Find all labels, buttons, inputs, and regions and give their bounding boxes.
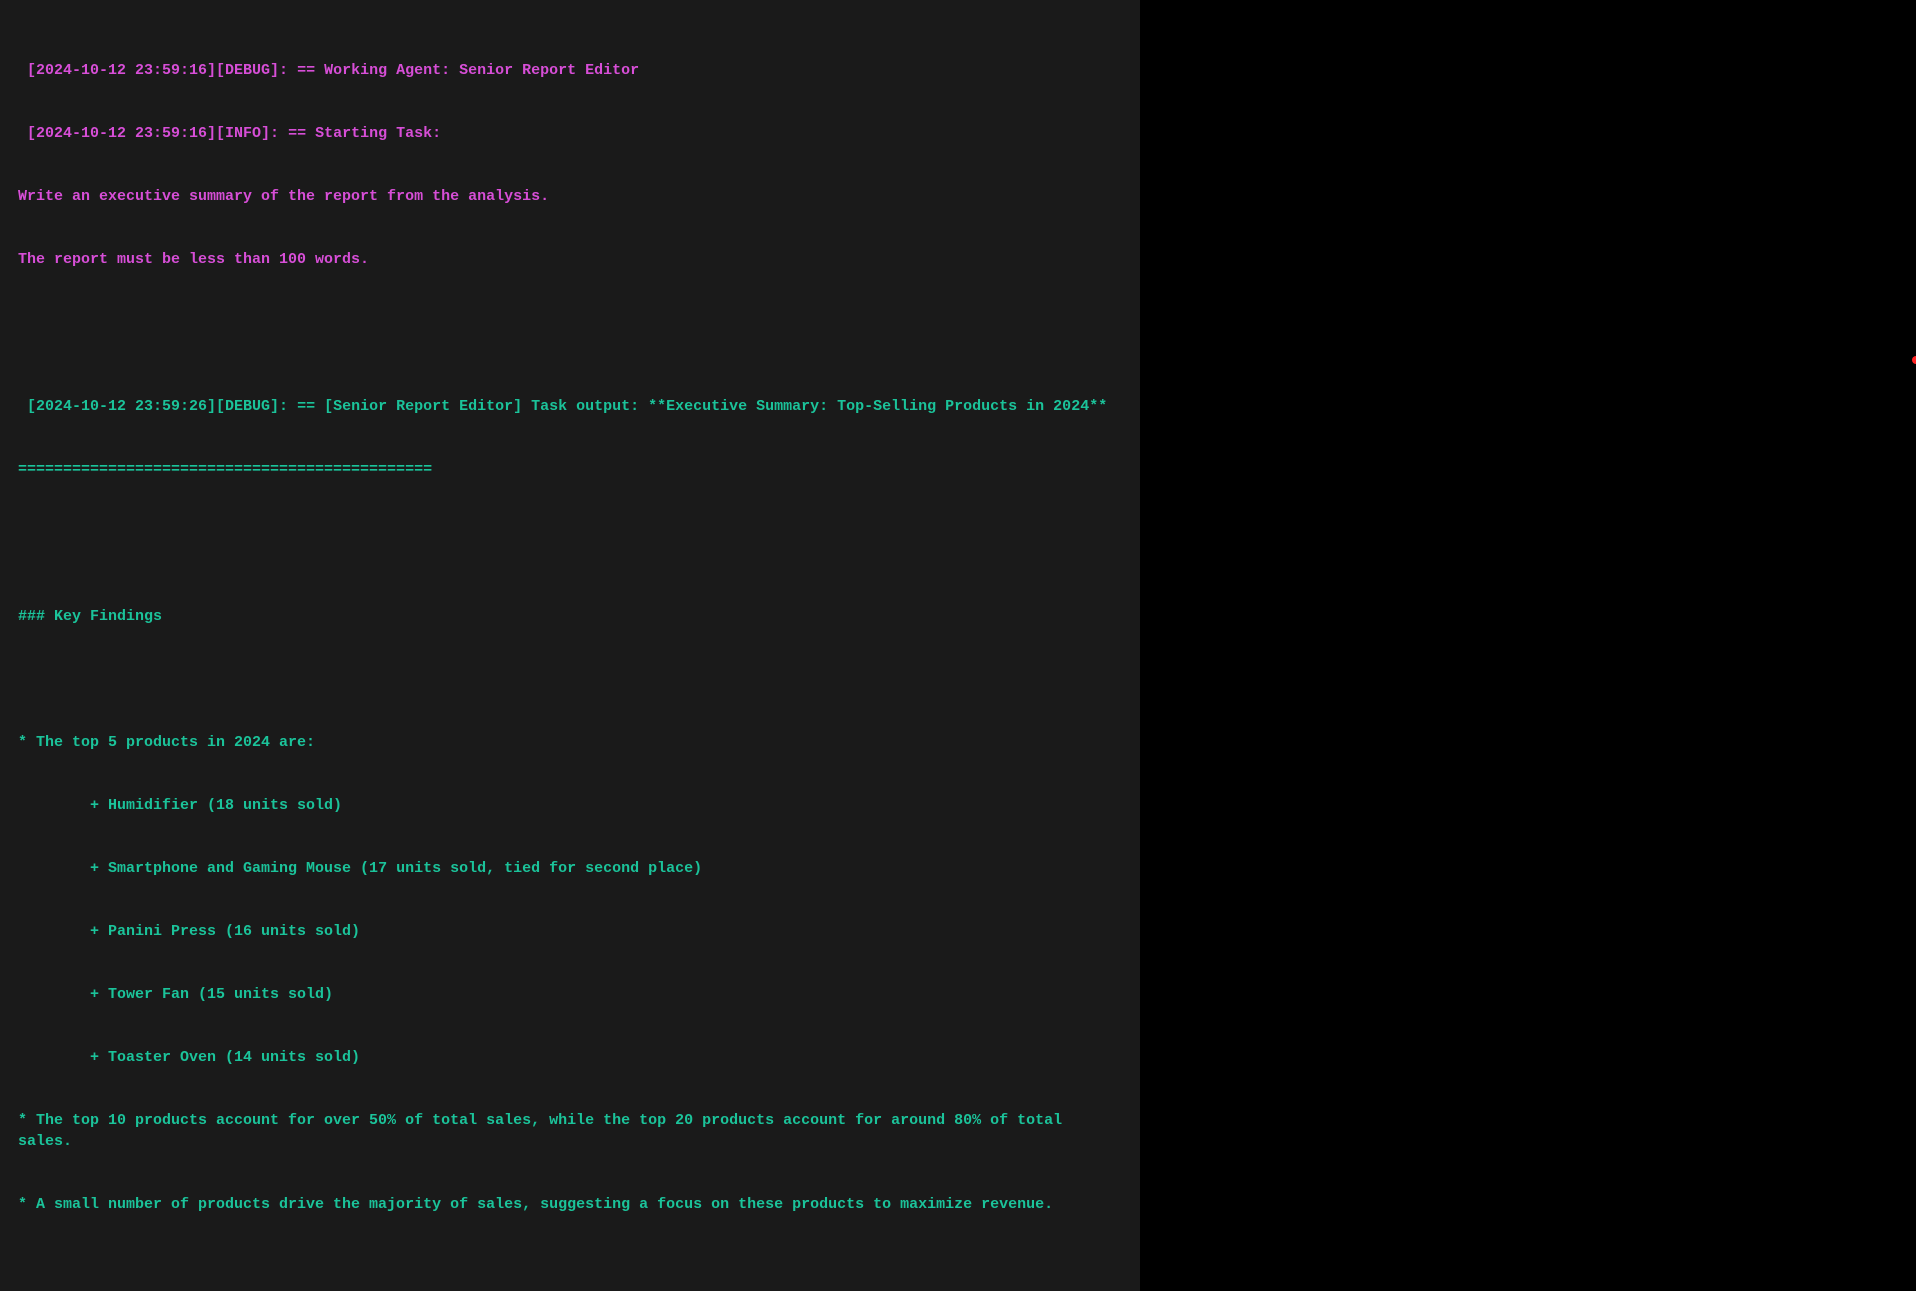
blank-line (18, 1257, 1122, 1278)
bullet: + Smartphone and Gaming Mouse (17 units … (18, 858, 1122, 879)
red-dot-indicator (1912, 356, 1916, 364)
task-description: The report must be less than 100 words. (18, 249, 1122, 270)
log-line: [2024-10-12 23:59:16][INFO]: == Starting… (18, 123, 1122, 144)
bullet: + Tower Fan (15 units sold) (18, 984, 1122, 1005)
log-line: [2024-10-12 23:59:16][DEBUG]: == Working… (18, 60, 1122, 81)
blank-line (18, 312, 1122, 333)
blank-line (18, 522, 1122, 543)
heading: ### Key Findings (18, 606, 1122, 627)
terminal-output[interactable]: [2024-10-12 23:59:16][DEBUG]: == Working… (0, 0, 1140, 1291)
bullet: * The top 5 products in 2024 are: (18, 732, 1122, 753)
bullet: + Panini Press (16 units sold) (18, 921, 1122, 942)
bullet: + Toaster Oven (14 units sold) (18, 1047, 1122, 1068)
blank-line (18, 669, 1122, 690)
bullet: * The top 10 products account for over 5… (18, 1110, 1122, 1152)
right-pane (1140, 0, 1916, 1291)
log-line: [2024-10-12 23:59:26][DEBUG]: == [Senior… (18, 396, 1122, 417)
task-description: Write an executive summary of the report… (18, 186, 1122, 207)
bullet: * A small number of products drive the m… (18, 1194, 1122, 1215)
hrule: ========================================… (18, 459, 1122, 480)
bullet: + Humidifier (18 units sold) (18, 795, 1122, 816)
